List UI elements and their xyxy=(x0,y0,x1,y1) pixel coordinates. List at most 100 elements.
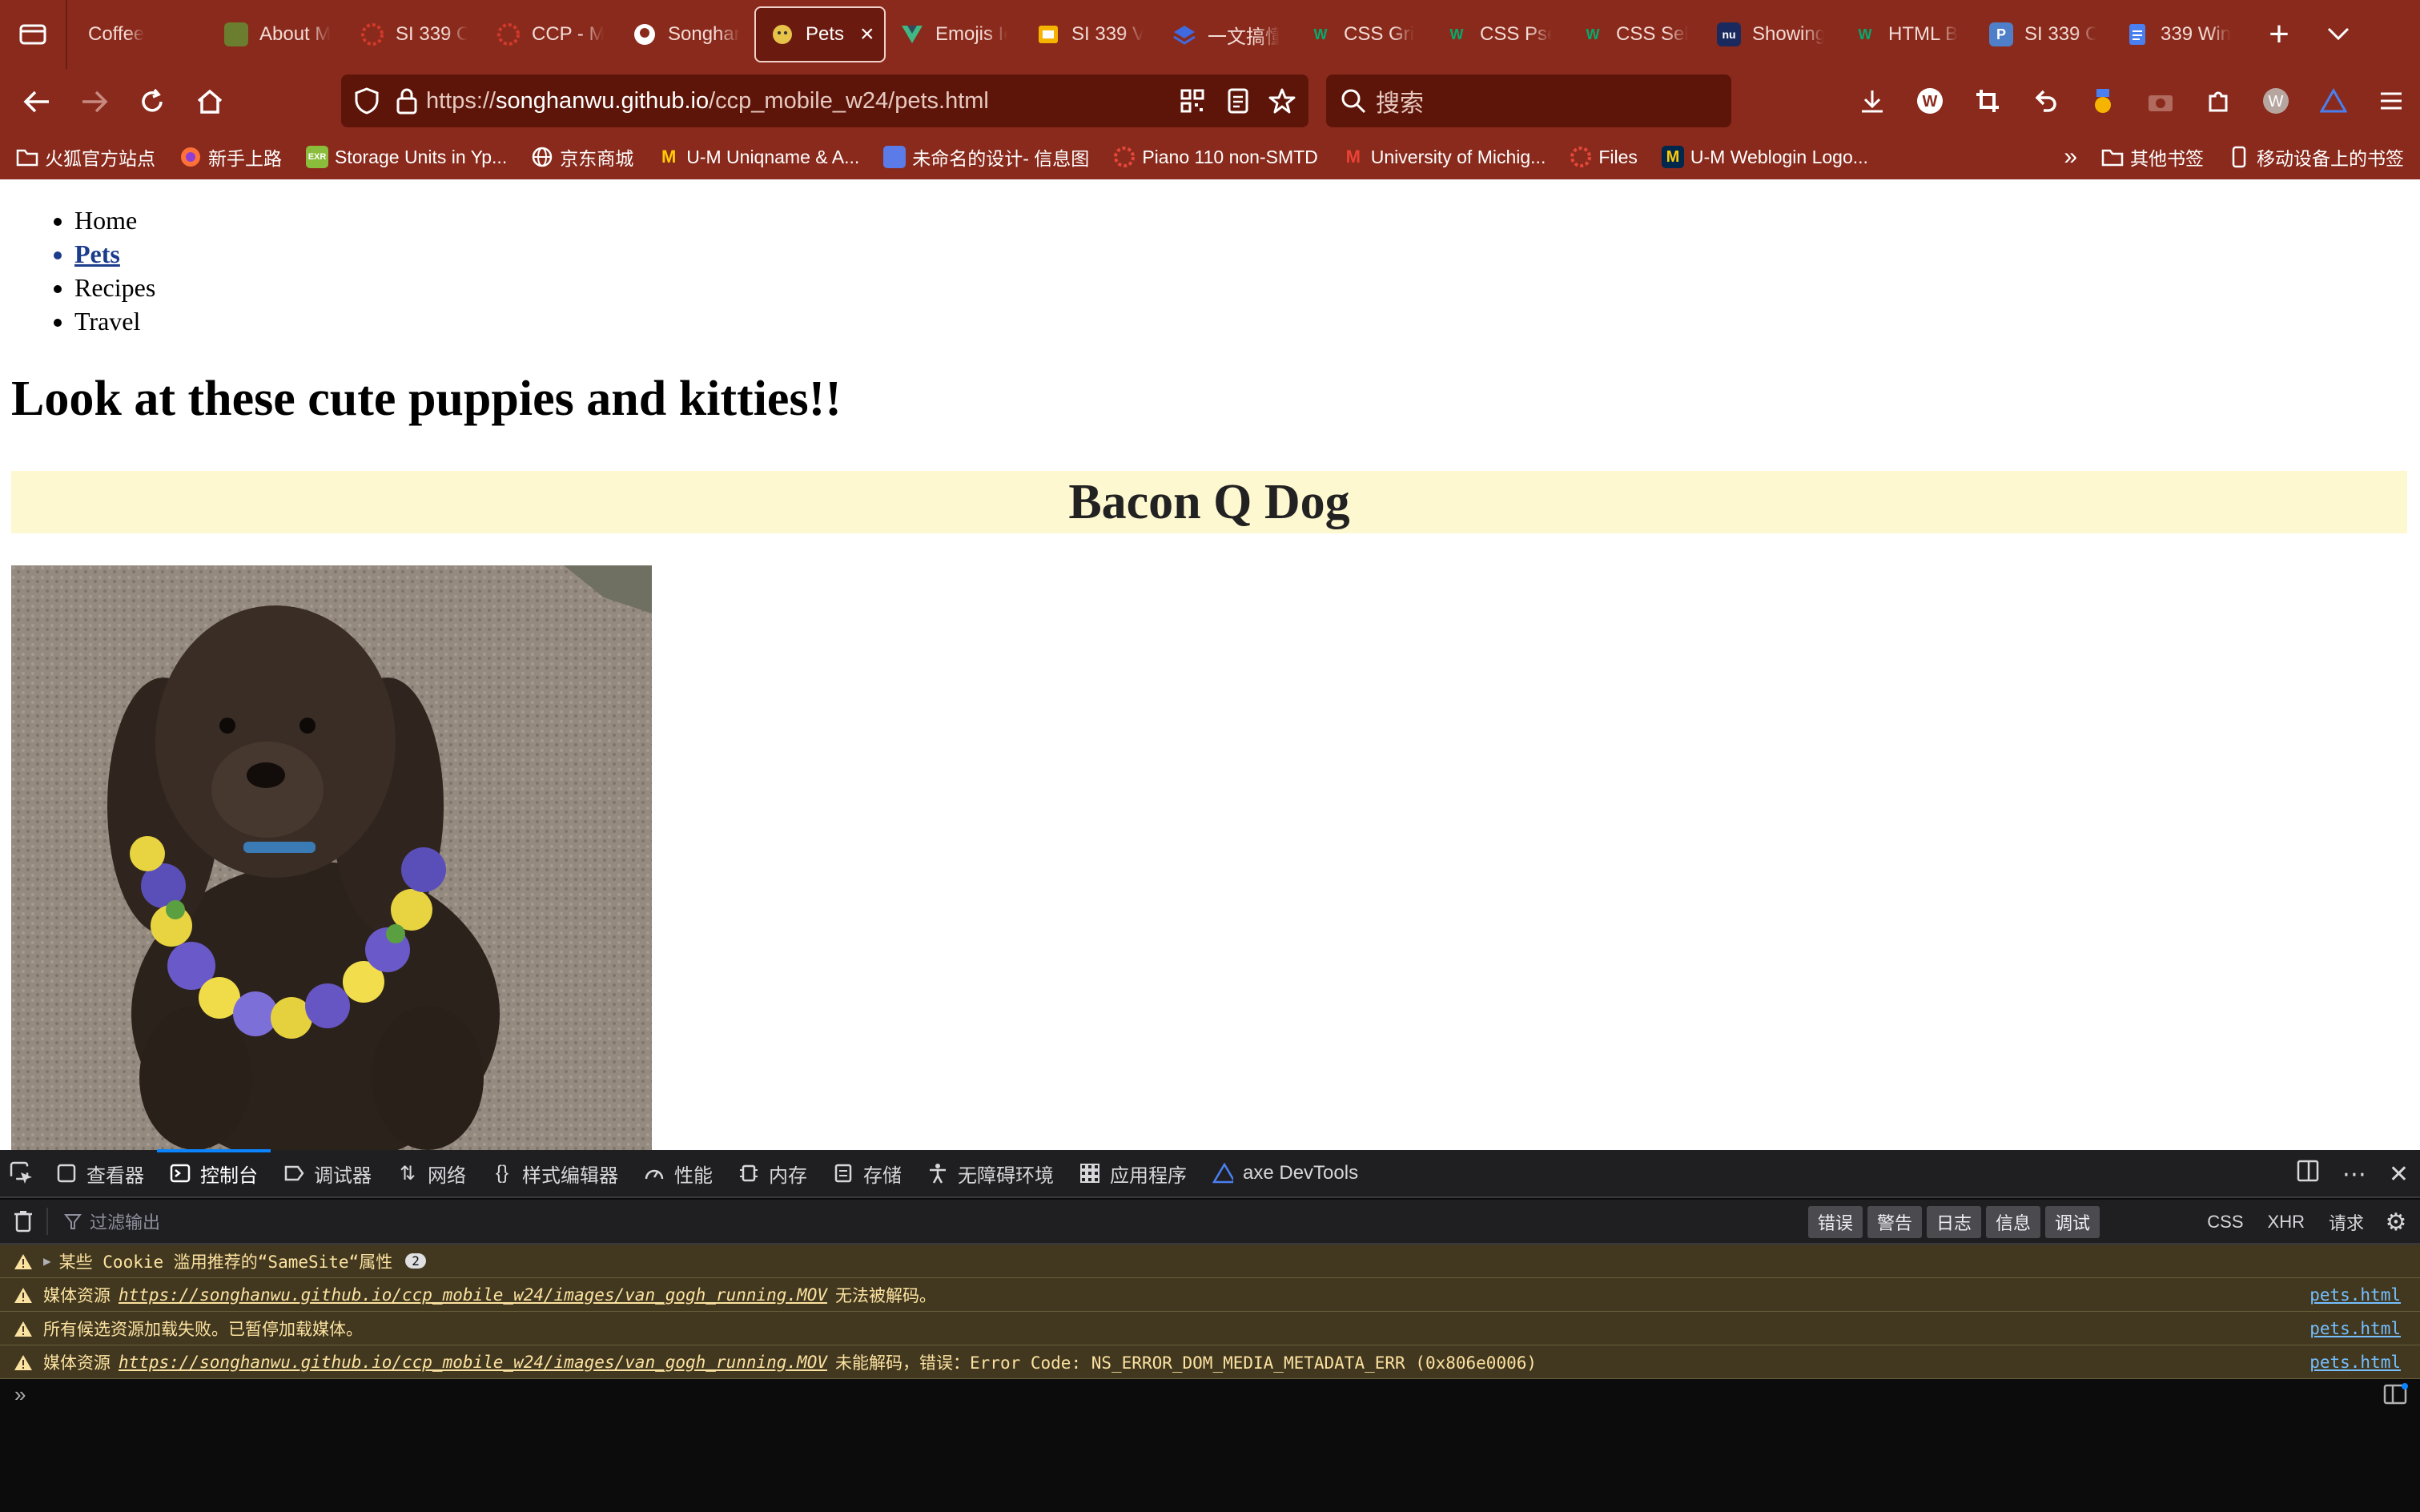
account-extension-button[interactable]: W xyxy=(2257,82,2295,120)
bookmark-item[interactable]: Piano 110 non-SMTD xyxy=(1113,146,1318,168)
level-debug-toggle[interactable]: 调试 xyxy=(2044,1206,2100,1238)
nav-link-travel[interactable]: Travel xyxy=(74,304,155,338)
medal-extension-button[interactable] xyxy=(2084,82,2122,120)
close-icon[interactable]: × xyxy=(860,21,874,48)
tab-memory[interactable]: 内存 xyxy=(726,1149,820,1197)
tab-339-win[interactable]: 339 Win xyxy=(2111,6,2247,62)
resource-link[interactable]: https://songhanwu.github.io/ccp_mobile_w… xyxy=(119,1285,827,1305)
console-message[interactable]: 所有候选资源加载失败。已暂停加载媒体。 pets.html xyxy=(0,1312,2420,1345)
nav-link-recipes[interactable]: Recipes xyxy=(74,271,155,304)
bookmark-item[interactable]: 新手上路 xyxy=(179,143,282,171)
bookmark-item[interactable]: M University of Michig... xyxy=(1342,146,1546,168)
tab-si339-v[interactable]: SI 339 V xyxy=(1022,6,1158,62)
source-link[interactable]: pets.html xyxy=(2309,1353,2401,1372)
star-icon[interactable] xyxy=(1268,87,1296,115)
undo-extension-button[interactable] xyxy=(2026,82,2064,120)
download-button[interactable] xyxy=(1853,82,1891,120)
tab-console[interactable]: 控制台 xyxy=(157,1149,271,1197)
tab-github[interactable]: Songhar xyxy=(618,6,754,62)
level-log-toggle[interactable]: 日志 xyxy=(1926,1206,1981,1238)
dock-side-icon[interactable] xyxy=(2296,1159,2320,1189)
tab-performance[interactable]: 性能 xyxy=(631,1149,726,1197)
tab-axe-devtools[interactable]: axe DevTools xyxy=(1200,1149,1371,1197)
tab-si339-1[interactable]: SI 339 O xyxy=(346,6,482,62)
other-bookmarks-folder[interactable]: 其他书签 xyxy=(2101,143,2204,171)
tab-inspector[interactable]: 查看器 xyxy=(43,1149,157,1197)
tab-network[interactable]: ⇅ 网络 xyxy=(384,1149,479,1197)
tab-yiwen[interactable]: 一文搞懂 xyxy=(1158,6,1294,62)
mobile-bookmarks-folder[interactable]: 移动设备上的书签 xyxy=(2228,143,2404,171)
filter-input[interactable]: 过滤输出 xyxy=(64,1208,160,1234)
split-console-button[interactable] xyxy=(2383,1382,2409,1406)
extensions-button[interactable] xyxy=(2199,82,2237,120)
tab-style-editor[interactable]: {} 样式编辑器 xyxy=(479,1149,631,1197)
filter-xhr-toggle[interactable]: XHR xyxy=(2268,1212,2305,1233)
source-link[interactable]: pets.html xyxy=(2309,1319,2401,1338)
tab-application[interactable]: 应用程序 xyxy=(1067,1149,1200,1197)
trash-icon[interactable] xyxy=(13,1209,34,1233)
search-bar[interactable]: 搜索 xyxy=(1326,74,1731,127)
console-icon xyxy=(170,1163,191,1184)
url-bar[interactable]: https://songhanwu.github.io/ccp_mobile_w… xyxy=(341,74,1308,127)
back-button[interactable] xyxy=(14,79,59,124)
wordpress-extension-button[interactable]: W xyxy=(1911,82,1949,120)
console-input[interactable]: » xyxy=(14,1382,26,1407)
tab-coffee[interactable]: Coffee xyxy=(74,6,210,62)
reload-button[interactable] xyxy=(130,79,175,124)
reader-view-icon[interactable] xyxy=(1227,88,1249,114)
bookmark-item[interactable]: 京东商城 xyxy=(531,143,633,171)
source-link[interactable]: pets.html xyxy=(2309,1285,2401,1305)
url-text[interactable]: https://songhanwu.github.io/ccp_mobile_w… xyxy=(426,88,989,115)
app-menu-button[interactable] xyxy=(2372,82,2410,120)
element-picker-button[interactable] xyxy=(0,1149,43,1197)
tab-emojis[interactable]: Emojis Ic xyxy=(886,6,1022,62)
resource-link[interactable]: https://songhanwu.github.io/ccp_mobile_w… xyxy=(119,1353,827,1372)
tab-css-pseudo[interactable]: W CSS Pse xyxy=(1430,6,1566,62)
list-all-tabs-button[interactable] xyxy=(2314,6,2362,62)
qr-code-icon[interactable] xyxy=(1180,89,1204,113)
lock-icon[interactable] xyxy=(396,87,418,115)
tab-about[interactable]: About M xyxy=(210,6,346,62)
tab-css-grid[interactable]: W CSS Gri xyxy=(1294,6,1430,62)
new-tab-button[interactable]: + xyxy=(2255,6,2303,62)
tab-html-b[interactable]: W HTML B xyxy=(1839,6,1975,62)
forward-button[interactable] xyxy=(72,79,117,124)
bookmark-item[interactable]: Files xyxy=(1570,146,1638,168)
tab-accessibility[interactable]: 无障碍环境 xyxy=(915,1149,1067,1197)
console-message[interactable]: 媒体资源 https://songhanwu.github.io/ccp_mob… xyxy=(0,1345,2420,1379)
level-info-toggle[interactable]: 信息 xyxy=(1985,1206,2040,1238)
tab-debugger[interactable]: 调试器 xyxy=(271,1149,384,1197)
more-bookmarks-button[interactable]: » xyxy=(2064,143,2077,171)
console-message[interactable]: ▶ 某些 Cookie 滥用推荐的“SameSite“属性 2 xyxy=(0,1245,2420,1278)
console-settings-button[interactable]: ⚙ xyxy=(2382,1208,2410,1237)
bookmark-item[interactable]: M U-M Uniqname & A... xyxy=(657,146,859,168)
level-warning-toggle[interactable]: 警告 xyxy=(1867,1206,1922,1238)
tab-list-button[interactable] xyxy=(0,0,67,69)
tab-si339-c[interactable]: P SI 339 C xyxy=(1975,6,2111,62)
close-devtools-icon[interactable]: ✕ xyxy=(2389,1160,2409,1188)
filter-requests-toggle[interactable]: 请求 xyxy=(2329,1209,2364,1235)
filter-css-toggle[interactable]: CSS xyxy=(2207,1212,2243,1233)
nav-link-pets[interactable]: Pets xyxy=(74,237,155,271)
level-error-toggle[interactable]: 错误 xyxy=(1807,1206,1863,1238)
url-prefix: https:// xyxy=(426,87,496,114)
home-button[interactable] xyxy=(187,79,232,124)
bookmark-item[interactable]: 未命名的设计- 信息图 xyxy=(883,143,1089,171)
tab-ccp[interactable]: CCP - M xyxy=(482,6,618,62)
tab-css-selectors[interactable]: W CSS Sel xyxy=(1566,6,1702,62)
shield-icon[interactable] xyxy=(354,87,380,115)
more-options-icon[interactable]: ⋯ xyxy=(2342,1160,2366,1188)
nav-link-home[interactable]: Home xyxy=(74,203,155,237)
bookmark-item[interactable]: EXR Storage Units in Yp... xyxy=(306,146,507,168)
camera-extension-button[interactable] xyxy=(2141,82,2180,120)
tab-label: 一文搞懂 xyxy=(1208,26,1280,48)
tab-pets[interactable]: Pets × xyxy=(754,6,886,62)
tab-storage[interactable]: 存储 xyxy=(820,1149,915,1197)
screenshot-button[interactable] xyxy=(1968,82,2007,120)
bookmark-item[interactable]: 火狐官方站点 xyxy=(16,143,155,171)
bookmark-item[interactable]: M U-M Weblogin Logo... xyxy=(1661,146,1868,168)
expand-arrow-icon[interactable]: ▶ xyxy=(43,1253,51,1269)
tab-showing[interactable]: nu Showing xyxy=(1702,6,1839,62)
axe-extension-button[interactable] xyxy=(2314,82,2353,120)
console-message[interactable]: 媒体资源 https://songhanwu.github.io/ccp_mob… xyxy=(0,1278,2420,1312)
